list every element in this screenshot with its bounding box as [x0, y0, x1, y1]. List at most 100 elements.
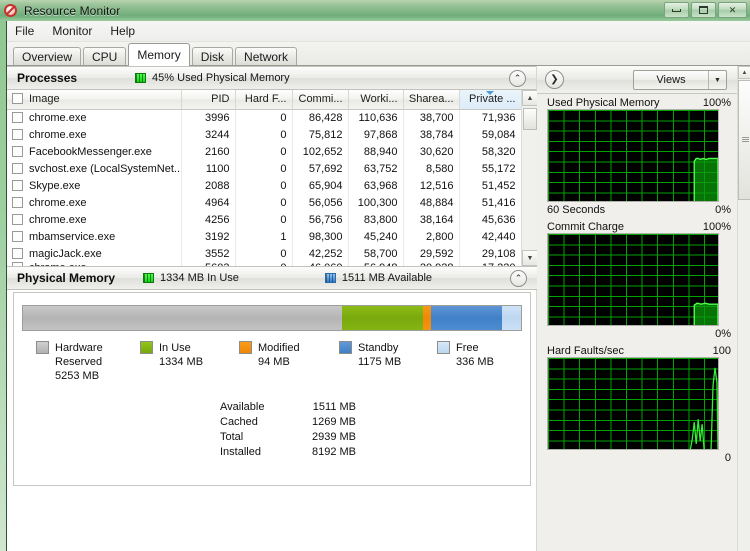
resource-monitor-icon	[4, 3, 18, 18]
cell-hard: 0	[235, 109, 293, 126]
processes-scrollbar[interactable]: ▲ ▼	[521, 90, 538, 266]
physical-memory-available: 1511 MB Available	[324, 272, 433, 284]
row-checkbox[interactable]	[12, 111, 23, 123]
tab-memory[interactable]: Memory	[128, 43, 190, 66]
memory-legend: Hardware Reserved 5253 MB In Use 1334 MB	[36, 341, 532, 383]
cell-working: 45,240	[348, 228, 404, 245]
available-label: 1511 MB Available	[341, 272, 433, 284]
graph2-bottom-labels: 0%	[547, 326, 733, 342]
tab-network[interactable]: Network	[235, 47, 298, 66]
right-scrollbar-thumb[interactable]	[738, 80, 750, 200]
bar-segment-modified	[423, 306, 431, 330]
minimize-button[interactable]	[664, 2, 689, 18]
cell-pid: 3192	[181, 228, 236, 245]
expand-panel-button[interactable]: ❯	[545, 70, 564, 89]
table-row[interactable]: magicJack.exe 3552 0 42,252 58,700 29,59…	[7, 245, 522, 262]
right-panel: ❯ Views ▼ Used Physical Memory 100% 60 S…	[537, 66, 750, 551]
scrollbar-thumb[interactable]	[523, 108, 537, 130]
cell-commit: 75,812	[292, 126, 349, 143]
physical-memory-body: Hardware Reserved 5253 MB In Use 1334 MB	[13, 292, 531, 486]
row-checkbox[interactable]	[12, 213, 23, 225]
tab-overview[interactable]: Overview	[13, 47, 82, 66]
processes-header-row: Image PID Hard F... Commi... Worki... Sh…	[7, 90, 522, 110]
table-row[interactable]: chrome.exe 3244 0 75,812 97,868 38,784 5…	[7, 126, 522, 143]
stat-value: 1269 MB	[311, 416, 356, 428]
cell-image-label: Skype.exe	[29, 179, 81, 192]
legend-item-free: Free 336 MB	[437, 341, 494, 383]
graph3-labels: Hard Faults/sec 100	[547, 342, 733, 357]
column-header-image[interactable]: Image	[7, 90, 182, 110]
legend-line1: Modified	[258, 342, 300, 354]
row-checkbox[interactable]	[12, 162, 23, 174]
physical-memory-section-header[interactable]: Physical Memory 1334 MB In Use 1511 MB A…	[7, 266, 537, 290]
row-checkbox[interactable]	[12, 145, 23, 157]
views-button[interactable]: Views ▼	[633, 70, 727, 90]
row-checkbox[interactable]	[12, 179, 23, 191]
scroll-up-button[interactable]: ▲	[522, 90, 538, 106]
column-header-pid[interactable]: PID	[181, 90, 236, 110]
bar-segment-standby	[430, 306, 503, 330]
tab-cpu[interactable]: CPU	[83, 47, 127, 66]
menu-item-file[interactable]: File	[15, 24, 34, 38]
menu-item-monitor[interactable]: Monitor	[52, 24, 92, 38]
processes-collapse-button[interactable]: ⌃	[509, 70, 526, 87]
in-use-label: 1334 MB In Use	[160, 272, 239, 284]
row-checkbox[interactable]	[12, 196, 23, 208]
cell-shareable: 48,884	[403, 194, 460, 211]
table-row[interactable]: chrome.exe 4964 0 56,056 100,300 48,884 …	[7, 194, 522, 211]
legend-standby-text: Standby 1175 MB	[358, 341, 401, 369]
legend-value: 1175 MB	[358, 356, 402, 368]
table-row[interactable]: FacebookMessenger.exe 2160 0 102,652 88,…	[7, 143, 522, 160]
bar-segment-in-use	[342, 306, 424, 330]
cell-working: 110,636	[348, 109, 404, 126]
processes-section-header[interactable]: Processes 45% Used Physical Memory ⌃	[7, 66, 536, 90]
cell-image-label: chrome.exe	[29, 128, 87, 141]
column-header-commit[interactable]: Commi...	[292, 90, 349, 110]
memory-usage-bar	[22, 305, 522, 331]
graph1-title: Used Physical Memory	[547, 97, 660, 109]
column-header-private[interactable]: Private ...	[458, 90, 522, 110]
processes-table: Image PID Hard F... Commi... Worki... Sh…	[7, 90, 522, 274]
physical-memory-collapse-button[interactable]: ⌃	[510, 270, 527, 287]
tab-disk[interactable]: Disk	[191, 47, 234, 66]
column-header-shareable[interactable]: Sharea...	[403, 90, 460, 110]
graph1-min-label: 0%	[715, 204, 731, 216]
chevron-down-icon[interactable]: ▼	[708, 71, 726, 89]
menu-item-help[interactable]: Help	[110, 24, 135, 38]
right-scroll-up-button[interactable]: ▲	[738, 66, 750, 79]
maximize-button[interactable]	[691, 2, 716, 18]
graph2-max-label: 100%	[702, 221, 731, 233]
row-checkbox[interactable]	[12, 128, 23, 140]
cell-shareable: 30,620	[403, 143, 460, 160]
bar-segment-hardware-reserved	[23, 306, 343, 330]
column-header-hard-faults[interactable]: Hard F...	[235, 90, 293, 110]
graph1-max-label: 100%	[702, 97, 731, 109]
stat-key: Cached	[220, 416, 258, 428]
graph3-title: Hard Faults/sec	[547, 345, 625, 357]
cell-commit: 56,056	[292, 194, 349, 211]
cell-hard: 0	[235, 177, 293, 194]
table-row[interactable]: chrome.exe 3996 0 86,428 110,636 38,700 …	[7, 109, 522, 126]
scroll-down-button[interactable]: ▼	[522, 250, 538, 266]
cell-image-label: FacebookMessenger.exe	[29, 145, 152, 158]
table-row[interactable]: mbamservice.exe 3192 1 98,300 45,240 2,8…	[7, 228, 522, 245]
row-checkbox[interactable]	[12, 230, 23, 242]
graph3-plot	[689, 367, 718, 449]
stat-row-available: Available 1511 MB	[220, 401, 356, 416]
row-checkbox[interactable]	[12, 247, 23, 259]
processes-table-container: Image PID Hard F... Commi... Worki... Sh…	[7, 90, 538, 274]
table-row[interactable]: svchost.exe (LocalSystemNet... 1100 0 57…	[7, 160, 522, 177]
cell-image-label: chrome.exe	[29, 111, 87, 124]
close-button[interactable]: ✕	[718, 2, 747, 18]
column-header-working-set[interactable]: Worki...	[348, 90, 404, 110]
right-panel-scrollbar[interactable]: ▲	[737, 66, 750, 551]
table-row[interactable]: chrome.exe 4256 0 56,756 83,800 38,164 4…	[7, 211, 522, 228]
cell-image-label: mbamservice.exe	[29, 230, 116, 243]
green-swatch-icon	[143, 273, 155, 283]
select-all-checkbox[interactable]	[12, 93, 23, 105]
legend-item-standby: Standby 1175 MB	[339, 341, 437, 383]
table-row[interactable]: Skype.exe 2088 0 65,904 63,968 12,516 51…	[7, 177, 522, 194]
memory-tab-content: Processes 45% Used Physical Memory ⌃ Ima…	[7, 66, 750, 551]
cell-image: chrome.exe	[7, 194, 182, 211]
cell-pid: 2160	[181, 143, 236, 160]
